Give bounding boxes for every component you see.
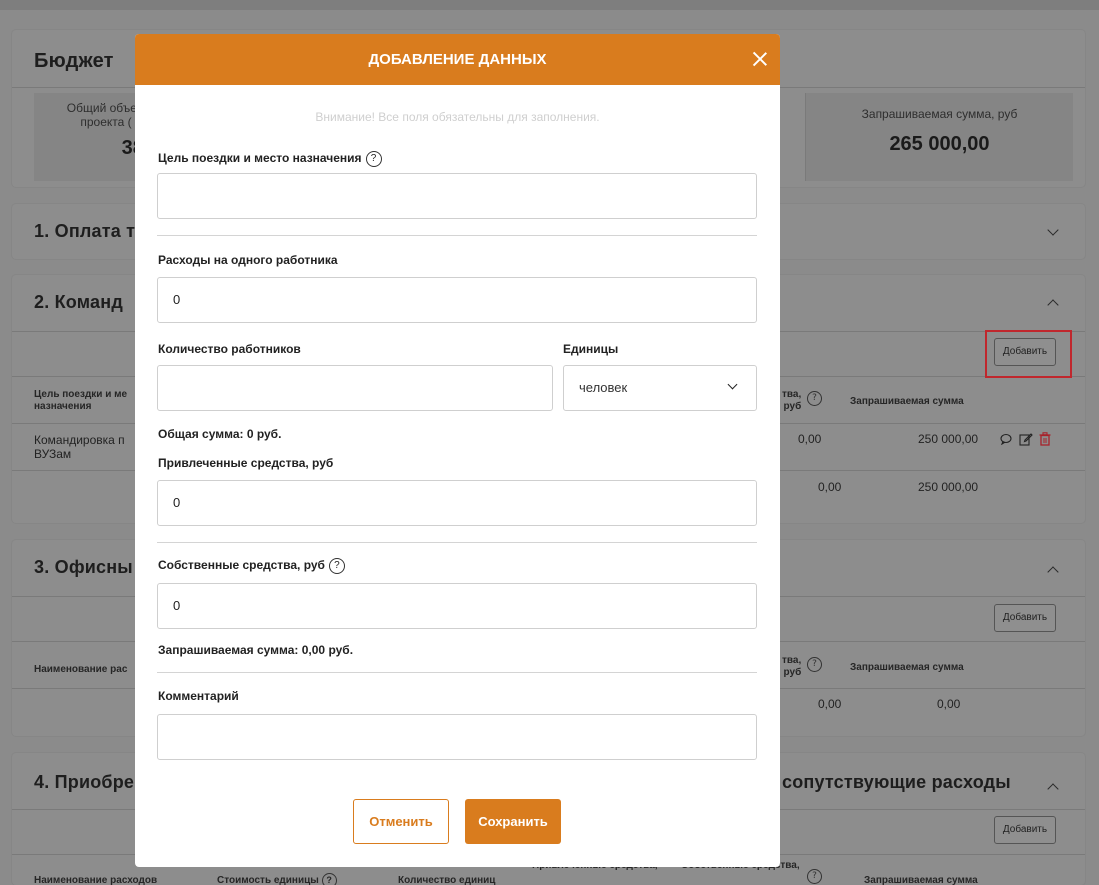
col-header-requested: Запрашиваемая сумма: [850, 662, 964, 673]
help-icon[interactable]: ?: [807, 869, 822, 884]
add-button[interactable]: Добавить: [994, 816, 1056, 844]
col-header-own-partial: тва, руб: [782, 389, 802, 412]
col-header-unit-cost-text: Стоимость единицы: [217, 875, 319, 885]
purpose-label: Цель поездки и место назначения: [158, 151, 362, 166]
units-select[interactable]: человек: [563, 365, 757, 411]
comment-input[interactable]: [157, 714, 757, 760]
col-header-qty: Количество единиц: [398, 875, 496, 885]
col-header-requested: Запрашиваемая сумма: [864, 875, 978, 885]
col-header-name: Наименование рас: [34, 664, 128, 675]
row-purpose: Командировка п ВУЗам: [34, 433, 125, 461]
add-button-highlight: [985, 330, 1072, 378]
col-header-own-partial: тва, руб: [782, 655, 802, 678]
attracted-label: Привлеченные средства, руб: [158, 456, 334, 470]
divider: [157, 672, 757, 673]
units-select-value: человек: [579, 380, 628, 395]
divider: [157, 542, 757, 543]
own-input[interactable]: 0: [157, 583, 757, 629]
add-button[interactable]: Добавить: [994, 604, 1056, 632]
stat-requested-box: Запрашиваемая сумма, руб 265 000,00: [805, 93, 1073, 181]
comment-icon[interactable]: [1000, 433, 1012, 445]
requested-sum-text: Запрашиваемая сумма: 0,00 руб.: [158, 643, 354, 657]
comment-label: Комментарий: [158, 689, 239, 703]
help-icon[interactable]: ?: [321, 873, 337, 885]
top-bar: [0, 0, 1099, 10]
workers-count-label: Количество работников: [158, 342, 301, 356]
col-header-name: Наименование расходов: [34, 875, 158, 885]
modal-header: ДОБАВЛЕНИЕ ДАННЫХ: [135, 34, 780, 85]
add-data-modal: ДОБАВЛЕНИЕ ДАННЫХ Внимание! Все поля обя…: [135, 34, 780, 867]
section-3-title: 3. Офисны: [34, 557, 133, 577]
stat-requested-label: Запрашиваемая сумма, руб: [861, 107, 1018, 121]
own-label: Собственные средства, руб: [158, 558, 325, 573]
modal-title: ДОБАВЛЕНИЕ ДАННЫХ: [368, 51, 547, 68]
purpose-label-row: Цель поездки и место назначения?: [158, 151, 382, 167]
divider: [157, 235, 757, 236]
total-sum-text: Общая сумма: 0 руб.: [158, 427, 282, 441]
total-requested-value: 0,00: [937, 697, 961, 711]
section-1-title: 1. Оплата т: [34, 221, 136, 241]
chevron-up-icon[interactable]: [1047, 566, 1059, 578]
col-header-purpose: Цель поездки и ме назначения: [34, 389, 128, 412]
workers-count-input[interactable]: [157, 365, 553, 411]
chevron-down-icon: [727, 379, 738, 390]
units-label: Единицы: [563, 342, 619, 356]
edit-icon[interactable]: [1019, 432, 1033, 446]
stat-requested-value: 265 000,00: [889, 133, 990, 155]
section-2-title: 2. Команд: [34, 292, 123, 312]
chevron-down-icon[interactable]: [1047, 224, 1059, 236]
row-requested-value: 250 000,00: [918, 432, 979, 446]
save-button[interactable]: Сохранить: [465, 799, 561, 844]
help-icon[interactable]: ?: [807, 391, 822, 406]
section-4-title-right: сопутствующие расходы: [782, 772, 1011, 792]
help-icon[interactable]: ?: [365, 151, 382, 167]
chevron-up-icon[interactable]: [1047, 783, 1059, 795]
per-worker-input[interactable]: 0: [157, 277, 757, 323]
close-icon[interactable]: [752, 51, 768, 67]
total-requested-value: 250 000,00: [918, 480, 979, 494]
section-4-title-left: 4. Приобре: [34, 772, 135, 792]
own-label-row: Собственные средства, руб?: [158, 558, 345, 574]
help-icon[interactable]: ?: [807, 657, 822, 672]
row-own-value: 0,00: [798, 432, 822, 446]
help-icon[interactable]: ?: [328, 558, 345, 574]
attracted-input[interactable]: 0: [157, 480, 757, 526]
col-header-requested: Запрашиваемая сумма: [850, 396, 964, 407]
total-own-value: 0,00: [818, 480, 842, 494]
col-header-unit-cost: Стоимость единицы ?: [217, 873, 337, 885]
per-worker-label: Расходы на одного работника: [158, 253, 338, 267]
purpose-input[interactable]: [157, 173, 757, 219]
budget-title: Бюджет: [34, 50, 114, 72]
total-own-value: 0,00: [818, 697, 842, 711]
cancel-button[interactable]: Отменить: [353, 799, 449, 844]
chevron-up-icon[interactable]: [1047, 299, 1059, 311]
delete-icon[interactable]: [1039, 432, 1051, 446]
required-notice: Внимание! Все поля обязательны для запол…: [315, 110, 600, 124]
